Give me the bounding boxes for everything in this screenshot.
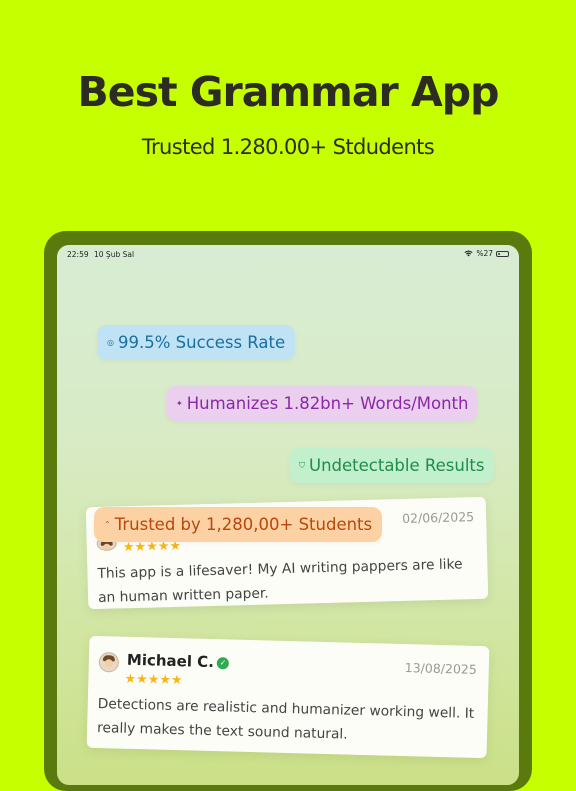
hero-subtitle: Trusted 1.280.00+ Stdudents — [141, 135, 435, 159]
reviewer-name-text: Michael C. — [126, 650, 215, 672]
avatar — [98, 652, 120, 673]
review-card: Michael C. ✓ ★★★★★ 13/08/2025 Detections … — [86, 635, 490, 759]
words-per-month-badge: ✦ Humanizes 1.82bn+ Words/Month — [166, 386, 479, 421]
battery-percentage: %27 — [476, 249, 493, 258]
undetectable-label: Undetectable Results — [309, 456, 485, 475]
star-rating: ★★★★★ — [124, 671, 183, 689]
users-icon: ⌃ — [104, 520, 111, 529]
review-date: 02/06/2025 — [401, 509, 475, 526]
review-date: 13/08/2025 — [404, 660, 477, 677]
words-per-month-label: Humanizes 1.82bn+ Words/Month — [186, 394, 469, 413]
tablet-screen: 22:59 10 Şub Sal %27 ◎ 99.5% Success Rat… — [57, 245, 519, 785]
success-rate-label: 99.5% Success Rate — [117, 333, 286, 352]
status-indicators: %27 — [464, 249, 509, 258]
review-text: Detections are realistic and humanizer w… — [96, 696, 475, 743]
undetectable-badge: ⛉ Undetectable Results — [289, 448, 495, 483]
trusted-students-label: Trusted by 1,280,00+ Students — [114, 515, 373, 534]
verified-icon: ✓ — [216, 657, 230, 670]
trusted-students-badge: ⌃ Trusted by 1,280,00+ Students — [94, 507, 383, 542]
shield-icon: ⛉ — [299, 460, 305, 470]
battery-fill — [498, 252, 500, 255]
hero-title: Best Grammar App — [77, 68, 500, 116]
success-rate-badge: ◎ 99.5% Success Rate — [97, 325, 296, 360]
status-bar: 22:59 10 Şub Sal %27 — [57, 245, 519, 263]
review-text: This app is a lifesaver! My AI writing p… — [97, 556, 463, 606]
battery-icon — [496, 250, 509, 257]
status-date: 10 Şub Sal — [94, 250, 135, 259]
sparkle-icon: ✦ — [176, 399, 183, 408]
target-icon: ◎ — [107, 338, 114, 347]
status-time: 22:59 — [67, 250, 89, 259]
reviewer-name: Michael C. ✓ — [126, 650, 230, 672]
wifi-icon — [464, 250, 473, 257]
